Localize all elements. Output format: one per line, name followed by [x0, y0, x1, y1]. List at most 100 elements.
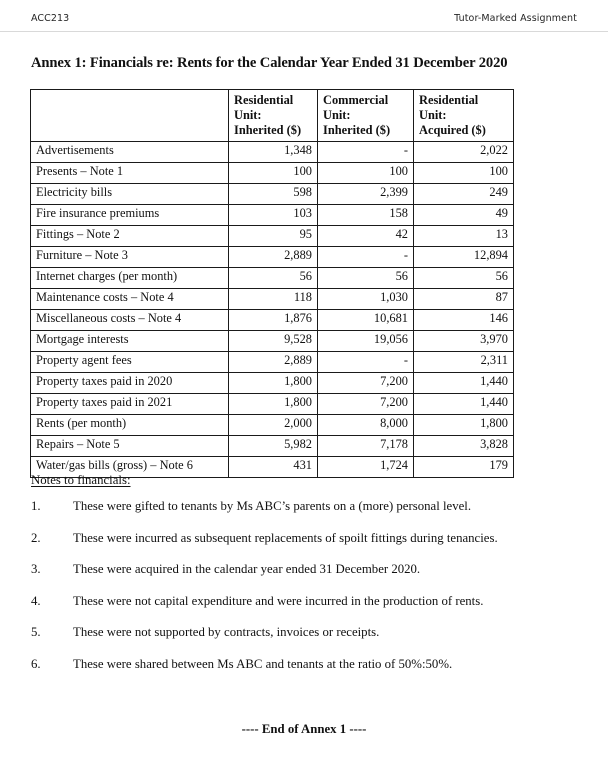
table-row: Maintenance costs – Note 4 118 1,030 87 [30, 288, 514, 311]
column-header-residential-acquired: Residential Unit: Acquired ($) [413, 88, 514, 143]
column-header-residential-inherited: Residential Unit: Inherited ($) [228, 88, 318, 143]
note-number: 5. [31, 625, 41, 640]
row-value-cell: 2,889 [228, 351, 318, 374]
row-value-cell: 431 [228, 456, 318, 479]
row-value-cell: 7,178 [317, 435, 414, 458]
row-label-cell: Fire insurance premiums [30, 204, 229, 227]
column-header-line3: Inherited ($) [234, 123, 302, 138]
row-label-cell: Property taxes paid in 2021 [30, 393, 229, 416]
notes-heading: Notes to financials: [31, 473, 131, 487]
row-value-cell: 158 [317, 204, 414, 227]
table-row: Fittings – Note 2 95 42 13 [30, 225, 514, 248]
note-item: 1. These were gifted to tenants by Ms ABC… [31, 499, 584, 514]
table-row: Rents (per month) 2,000 8,000 1,800 [30, 414, 514, 437]
table-row: Mortgage interests 9,528 19,056 3,970 [30, 330, 514, 353]
table-row: Electricity bills 598 2,399 249 [30, 183, 514, 206]
note-item: 2. These were incurred as subsequent repl… [31, 531, 584, 546]
table-row: Property taxes paid in 2021 1,800 7,200 1,4… [30, 393, 514, 416]
table-row: Advertisements 1,348-2,022 [30, 141, 514, 164]
column-header-item [30, 88, 229, 143]
table-header-row: Residential Unit: Inherited ($) Commerci… [30, 88, 514, 143]
table-row: Fire insurance premiums 103 158 49 [30, 204, 514, 227]
row-label-cell: Maintenance costs – Note 4 [30, 288, 229, 311]
row-label-cell: Property taxes paid in 2020 [30, 372, 229, 395]
financials-table-container: Residential Unit: Inherited ($) Commerci… [30, 88, 514, 479]
row-value-cell: 1,348 [228, 141, 318, 164]
row-label-cell: Internet charges (per month) [30, 267, 229, 290]
row-value-cell: 1,800 [228, 372, 318, 395]
row-value-cell: 100 [228, 162, 318, 185]
row-value-cell: 5,982 [228, 435, 318, 458]
row-value-cell: 7,200 [317, 393, 414, 416]
row-value-cell: - [317, 351, 414, 374]
note-item: 6. These were shared between Ms ABC and t… [31, 657, 584, 672]
row-value-cell: 2,000 [228, 414, 318, 437]
column-header-line3: Acquired ($) [419, 123, 486, 138]
table-row: Internet charges (per month) 56 56 56 [30, 267, 514, 290]
note-text: These were acquired in the calendar year… [73, 562, 421, 577]
note-item: 5. These were not supported by contracts,… [31, 625, 584, 640]
row-value-cell: 56 [228, 267, 318, 290]
row-label-cell: Rents (per month) [30, 414, 229, 437]
row-value-cell: 95 [228, 225, 318, 248]
row-value-cell: 9,528 [228, 330, 318, 353]
row-value-cell: 1,440 [413, 393, 514, 416]
column-header-line3: Inherited ($) [323, 123, 391, 138]
row-label-cell: Fittings – Note 2 [30, 225, 229, 248]
row-value-cell: 2,399 [317, 183, 414, 206]
financials-table: Residential Unit: Inherited ($) Commerci… [30, 88, 514, 479]
header-divider [0, 31, 608, 32]
row-value-cell: 12,894 [413, 246, 514, 269]
note-number: 3. [31, 562, 41, 577]
note-number: 2. [31, 530, 41, 545]
row-value-cell: 13 [413, 225, 514, 248]
note-text: These were not capital expenditure and w… [73, 593, 484, 608]
row-value-cell: - [317, 246, 414, 269]
row-value-cell: 56 [413, 267, 514, 290]
row-value-cell: 1,030 [317, 288, 414, 311]
row-value-cell: 598 [228, 183, 318, 206]
row-value-cell: 19,056 [317, 330, 414, 353]
row-value-cell: 2,022 [413, 141, 514, 164]
row-value-cell: 42 [317, 225, 414, 248]
row-value-cell: 179 [413, 456, 514, 479]
table-row: Miscellaneous costs – Note 4 1,876 10,681 1… [30, 309, 514, 332]
row-value-cell: 1,800 [228, 393, 318, 416]
column-header-line2: Unit: [323, 108, 351, 123]
row-value-cell: 118 [228, 288, 318, 311]
annex-title: Annex 1: Financials re: Rents for the Ca… [31, 55, 508, 71]
row-value-cell: 56 [317, 267, 414, 290]
annex-footer: ---- End of Annex 1 ---- [241, 722, 367, 736]
row-value-cell: 1,724 [317, 456, 414, 479]
row-value-cell: 8,000 [317, 414, 414, 437]
row-label-cell: Repairs – Note 5 [30, 435, 229, 458]
row-label-cell: Miscellaneous costs – Note 4 [30, 309, 229, 332]
note-text: These were shared between Ms ABC and ten… [73, 656, 453, 671]
row-label-cell: Property agent fees [30, 351, 229, 374]
row-value-cell: 2,311 [413, 351, 514, 374]
row-value-cell: 3,828 [413, 435, 514, 458]
column-header-line2: Unit: [234, 108, 262, 123]
row-label-cell: Electricity bills [30, 183, 229, 206]
notes-list: 1. These were gifted to tenants by Ms ABC… [31, 499, 584, 689]
table-row: Property taxes paid in 2020 1,800 7,200 1,4… [30, 372, 514, 395]
assignment-label: Tutor-Marked Assignment [454, 13, 577, 24]
row-label-cell: Mortgage interests [30, 330, 229, 353]
row-value-cell: 1,876 [228, 309, 318, 332]
row-label-cell: Furniture – Note 3 [30, 246, 229, 269]
note-item: 3. These were acquired in the calendar ye… [31, 562, 584, 577]
course-code: ACC213 [31, 13, 70, 24]
row-value-cell: 3,970 [413, 330, 514, 353]
column-header-line1: Residential [234, 93, 294, 107]
note-text: These were not supported by contracts, i… [73, 625, 380, 640]
table-row: Presents – Note 1 100 100 100 [30, 162, 514, 185]
row-value-cell: 103 [228, 204, 318, 227]
table-row: Furniture – Note 3 2,889-12,894 [30, 246, 514, 269]
column-header-commercial-inherited: Commercial Unit: Inherited ($) [317, 88, 414, 143]
note-text: These were incurred as subsequent replac… [73, 530, 498, 545]
row-label-cell: Advertisements [30, 141, 229, 164]
note-item: 4. These were not capital expenditure and… [31, 594, 584, 609]
row-value-cell: 1,800 [413, 414, 514, 437]
note-text: These were gifted to tenants by Ms ABC’s… [73, 499, 472, 513]
page-running-head: ACC213 Tutor-Marked Assignment [31, 13, 577, 28]
